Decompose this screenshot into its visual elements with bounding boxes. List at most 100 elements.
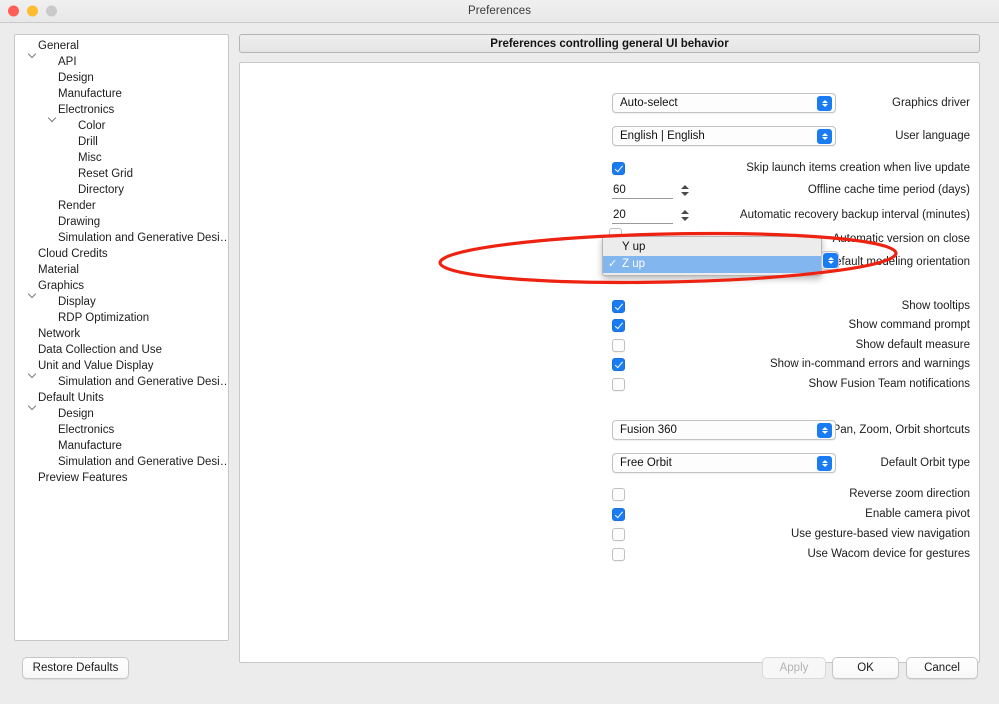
label-show-command-prompt: Show command prompt xyxy=(848,319,970,331)
sidebar-item-label: Manufacture xyxy=(58,440,122,452)
checkbox-show-default-measure[interactable] xyxy=(612,338,625,352)
dropdown-option[interactable]: ✓ Z up xyxy=(603,256,821,273)
sidebar-item-label: Directory xyxy=(78,184,125,196)
chevron-updown-icon[interactable] xyxy=(817,423,832,438)
sidebar-item[interactable]: Design xyxy=(15,70,228,86)
checkmark-icon: ✓ xyxy=(608,258,618,270)
sidebar-item[interactable]: Simulation and Generative Desi… xyxy=(15,374,228,390)
row-show-tooltips: Show tooltips xyxy=(240,296,979,316)
stepper-auto-recovery[interactable] xyxy=(612,206,691,225)
row-gesture-navigation: Use gesture-based view navigation xyxy=(240,524,979,544)
preferences-category-tree[interactable]: General API Design Manufacture Electronics Co… xyxy=(14,34,229,641)
sidebar-item[interactable]: Manufacture xyxy=(15,86,228,102)
sidebar-item-label: Default Units xyxy=(38,392,104,404)
checkbox-skip-launch-items[interactable] xyxy=(612,161,625,175)
stepper-arrows-icon[interactable] xyxy=(679,181,691,200)
zoom-window-icon[interactable] xyxy=(46,5,57,17)
restore-defaults-button[interactable]: Restore Defaults xyxy=(22,657,129,679)
sidebar-item[interactable]: Network xyxy=(15,326,228,342)
sidebar-item[interactable]: General xyxy=(15,38,228,54)
label-show-in-command-errors: Show in-command errors and warnings xyxy=(769,358,970,370)
sidebar-item-label: Simulation and Generative Desi… xyxy=(58,376,229,388)
modeling-orientation-dropdown-popup[interactable]: Y up ✓ Z up xyxy=(602,236,822,276)
sidebar-item[interactable]: Electronics xyxy=(15,422,228,438)
checkbox-show-fusion-team-notifications[interactable] xyxy=(612,377,625,391)
row-show-default-measure: Show default measure xyxy=(240,335,979,355)
sidebar-item[interactable]: Cloud Credits xyxy=(15,246,228,262)
sidebar-item[interactable]: Misc xyxy=(15,150,228,166)
ok-button[interactable]: OK xyxy=(832,657,899,679)
sidebar-item[interactable]: Display xyxy=(15,294,228,310)
sidebar-item[interactable]: Graphics xyxy=(15,278,228,294)
row-graphics-driver: Graphics driver Auto-select xyxy=(240,93,979,113)
title-bar: Preferences xyxy=(0,0,999,23)
sidebar-item-label: Cloud Credits xyxy=(38,248,108,260)
label-gesture-navigation: Use gesture-based view navigation xyxy=(791,528,970,540)
cancel-button[interactable]: Cancel xyxy=(906,657,978,679)
sidebar-item[interactable]: Drill xyxy=(15,134,228,150)
select-user-language[interactable]: English | English xyxy=(612,126,836,146)
checkbox-show-command-prompt[interactable] xyxy=(612,318,625,332)
select-pan-zoom-orbit[interactable]: Fusion 360 xyxy=(612,420,836,440)
sidebar-item[interactable]: Material xyxy=(15,262,228,278)
label-show-fusion-team-notifications: Show Fusion Team notifications xyxy=(808,378,970,390)
window-controls xyxy=(8,5,57,17)
dropdown-option-label: Y up xyxy=(622,241,646,253)
minimize-window-icon[interactable] xyxy=(27,5,38,17)
checkbox-show-tooltips[interactable] xyxy=(612,299,625,313)
sidebar-item[interactable]: Simulation and Generative Desi… xyxy=(15,454,228,470)
input-offline-cache[interactable] xyxy=(612,181,673,199)
row-show-in-command-errors: Show in-command errors and warnings xyxy=(240,354,979,374)
sidebar-item[interactable]: Reset Grid xyxy=(15,166,228,182)
label-reverse-zoom: Reverse zoom direction xyxy=(849,488,970,500)
sidebar-item-label: Unit and Value Display xyxy=(38,360,154,372)
sidebar-item[interactable]: Drawing xyxy=(15,214,228,230)
checkbox-enable-camera-pivot[interactable] xyxy=(612,507,625,521)
sidebar-item[interactable]: Manufacture xyxy=(15,438,228,454)
stepper-offline-cache[interactable] xyxy=(612,181,691,200)
select-pan-zoom-orbit-value: Fusion 360 xyxy=(620,424,677,436)
sidebar-item[interactable]: Data Collection and Use xyxy=(15,342,228,358)
select-graphics-driver[interactable]: Auto-select xyxy=(612,93,836,113)
checkbox-gesture-navigation[interactable] xyxy=(612,527,625,541)
row-user-language: User language English | English xyxy=(240,126,979,146)
sidebar-item-label: Material xyxy=(38,264,79,276)
row-skip-launch-items: Skip launch items creation when live upd… xyxy=(240,158,979,178)
sidebar-item[interactable]: Design xyxy=(15,406,228,422)
sidebar-item-label: Simulation and Generative Desi… xyxy=(58,456,229,468)
sidebar-item-label: Reset Grid xyxy=(78,168,133,180)
chevron-updown-icon[interactable] xyxy=(823,253,838,268)
row-show-fusion-team-notifications: Show Fusion Team notifications xyxy=(240,374,979,394)
stepper-arrows-icon[interactable] xyxy=(679,206,691,225)
row-enable-camera-pivot: Enable camera pivot xyxy=(240,504,979,524)
sidebar-item[interactable]: Render xyxy=(15,198,228,214)
chevron-updown-icon[interactable] xyxy=(817,456,832,471)
sidebar-item[interactable]: Color xyxy=(15,118,228,134)
sidebar-item-label: Color xyxy=(78,120,106,132)
sidebar-item[interactable]: API xyxy=(15,54,228,70)
row-show-command-prompt: Show command prompt xyxy=(240,315,979,335)
input-auto-recovery[interactable] xyxy=(612,206,673,224)
select-default-orbit-type[interactable]: Free Orbit xyxy=(612,453,836,473)
sidebar-item-label: Misc xyxy=(78,152,102,164)
sidebar-item[interactable]: Simulation and Generative Desi… xyxy=(15,230,228,246)
sidebar-item[interactable]: Electronics xyxy=(15,102,228,118)
settings-panel: Graphics driver Auto-select User languag… xyxy=(239,62,980,663)
checkbox-wacom-gestures[interactable] xyxy=(612,547,625,561)
sidebar-item[interactable]: Directory xyxy=(15,182,228,198)
chevron-updown-icon[interactable] xyxy=(817,96,832,111)
dropdown-option[interactable]: Y up xyxy=(603,239,821,256)
sidebar-item[interactable]: RDP Optimization xyxy=(15,310,228,326)
sidebar-item-label: Drill xyxy=(78,136,98,148)
close-window-icon[interactable] xyxy=(8,5,19,17)
sidebar-item[interactable]: Preview Features xyxy=(15,470,228,486)
select-default-modeling-orientation[interactable] xyxy=(821,251,839,270)
label-skip-launch-items: Skip launch items creation when live upd… xyxy=(746,162,970,174)
checkbox-show-in-command-errors[interactable] xyxy=(612,357,625,371)
checkbox-reverse-zoom[interactable] xyxy=(612,487,625,501)
sidebar-item[interactable]: Unit and Value Display xyxy=(15,358,228,374)
sidebar-item[interactable]: Default Units xyxy=(15,390,228,406)
dropdown-option-label: Z up xyxy=(622,258,646,270)
chevron-updown-icon[interactable] xyxy=(817,129,832,144)
row-pan-zoom-orbit: Pan, Zoom, Orbit shortcuts Fusion 360 xyxy=(240,420,979,440)
